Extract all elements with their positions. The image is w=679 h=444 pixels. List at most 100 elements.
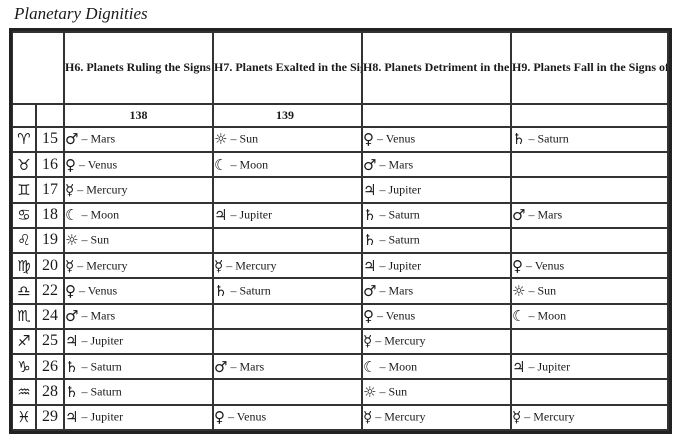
exalted-cell (214, 178, 363, 204)
planet-glyph-icon: ♀ (363, 307, 374, 326)
zodiac-sign-icon: ♎ (12, 279, 37, 305)
planet-name: – Venus (377, 131, 416, 146)
planet-glyph-icon: ♃ (65, 408, 79, 427)
table-row: ♌ 19 ☼ – Sun ♄ – Saturn (12, 228, 669, 255)
degree-cell: 28 (37, 380, 65, 406)
planet-name: – Saturn (230, 283, 271, 298)
table-row: ♎ 22 ♀ – Venus ♄ – Saturn ♂ – Mars ☼ – Sun (12, 279, 669, 305)
fall-cell (512, 178, 669, 204)
table-row: ♍ 20 ☿ – Mercury ☿ – Mercury ♃ – Jupiter ♀ – … (12, 254, 669, 280)
planet-name: – Mercury (226, 258, 277, 273)
ruling-cell: ♀ – Venus (65, 279, 214, 305)
planet-name: – Sun (379, 384, 408, 399)
zodiac-sign-icon: ♊ (12, 178, 37, 204)
planet-glyph-icon: ♄ (363, 231, 377, 250)
planet-name: – Mars (81, 308, 116, 323)
detriment-cell: ♄ – Saturn (363, 228, 512, 255)
zodiac-sign-icon: ♉ (12, 153, 37, 179)
table-row: ♉ 16 ♀ – Venus ☾ – Moon ♂ – Mars (12, 153, 669, 179)
planet-name: – Sun (230, 131, 259, 146)
planet-name: – Jupiter (379, 182, 422, 197)
exalted-cell: ☿ – Mercury (214, 254, 363, 280)
planet-glyph-icon: ☿ (65, 180, 75, 199)
detriment-cell: ♂ – Mars (363, 153, 512, 179)
planet-name: – Mars (379, 157, 414, 172)
table-row: ♏ 24 ♂ – Mars ♀ – Venus ☾ – Moon (12, 304, 669, 330)
planet-name: – Moon (379, 359, 418, 374)
fall-cell: ☼ – Sun (512, 279, 669, 305)
planet-glyph-icon: ♂ (363, 155, 377, 174)
page-ref-blank-fall (512, 104, 669, 128)
exalted-cell (214, 228, 363, 255)
table-row: ♊ 17 ☿ – Mercury ♃ – Jupiter (12, 178, 669, 204)
header-ruling: H6. Planets Ruling the Signs of the Zodi… (65, 31, 214, 105)
planet-glyph-icon: ♃ (214, 206, 228, 225)
zodiac-sign-icon: ♐ (12, 329, 37, 356)
detriment-cell: ♀ – Venus (363, 127, 512, 154)
planet-glyph-icon: ☾ (214, 155, 228, 174)
planet-name: – Mercury (524, 409, 575, 424)
planet-name: – Mars (528, 207, 563, 222)
planet-glyph-icon: ♃ (363, 256, 377, 275)
exalted-cell (214, 380, 363, 406)
planet-glyph-icon: ♀ (65, 281, 76, 300)
page-ref-138: 138 (65, 104, 214, 128)
planet-glyph-icon: ♂ (65, 130, 79, 149)
planet-name: – Saturn (81, 359, 122, 374)
planet-glyph-icon: ♀ (214, 408, 225, 427)
table-row: ♈ 15 ♂ – Mars ☼ – Sun ♀ – Venus ♄ – Saturn (12, 127, 669, 154)
planet-glyph-icon: ♂ (363, 281, 377, 300)
planet-name: – Mars (230, 359, 265, 374)
ruling-cell: ♀ – Venus (65, 153, 214, 179)
table-row: ♓ 29 ♃ – Jupiter ♀ – Venus ☿ – Mercury ☿ – Me… (12, 405, 669, 431)
planet-name: – Saturn (528, 131, 569, 146)
ruling-cell: ☾ – Moon (65, 203, 214, 229)
planet-name: – Mercury (375, 333, 426, 348)
exalted-cell (214, 329, 363, 356)
exalted-cell (214, 304, 363, 330)
detriment-cell: ☿ – Mercury (363, 329, 512, 356)
degree-cell: 29 (37, 405, 65, 431)
planet-glyph-icon: ☾ (363, 357, 377, 376)
fall-cell: ♄ – Saturn (512, 127, 669, 154)
planet-glyph-icon: ♀ (363, 130, 374, 149)
planet-glyph-icon: ♄ (512, 130, 526, 149)
detriment-cell: ☾ – Moon (363, 355, 512, 381)
planet-name: – Moon (528, 308, 567, 323)
planet-name: – Jupiter (81, 409, 124, 424)
planet-name: – Jupiter (379, 258, 422, 273)
page-ref-blank-detriment (363, 104, 512, 128)
planet-glyph-icon: ☿ (363, 332, 373, 351)
header-exalted: H7. Planets Exalted in the Signs of the … (214, 31, 363, 105)
header-fall: H9. Planets Fall in the Signs of the Zod… (512, 31, 669, 105)
planet-glyph-icon: ♃ (65, 332, 79, 351)
planet-glyph-icon: ☿ (512, 408, 522, 427)
planet-glyph-icon: ♃ (363, 180, 377, 199)
ruling-cell: ☿ – Mercury (65, 178, 214, 204)
planet-name: – Sun (528, 283, 557, 298)
header-row: H6. Planets Ruling the Signs of the Zodi… (12, 31, 669, 105)
planet-name: – Venus (79, 157, 118, 172)
planet-glyph-icon: ♄ (65, 357, 79, 376)
planet-name: – Jupiter (230, 207, 273, 222)
ruling-cell: ♄ – Saturn (65, 380, 214, 406)
planet-glyph-icon: ☿ (214, 256, 224, 275)
degree-cell: 25 (37, 329, 65, 356)
zodiac-sign-icon: ♑ (12, 355, 37, 381)
planet-glyph-icon: ☼ (65, 231, 79, 250)
table-row: ♐ 25 ♃ – Jupiter ☿ – Mercury (12, 329, 669, 356)
planet-name: – Sun (81, 232, 110, 247)
fall-cell: ♃ – Jupiter (512, 355, 669, 381)
ruling-cell: ♃ – Jupiter (65, 405, 214, 431)
planet-name: – Venus (228, 409, 267, 424)
zodiac-sign-icon: ♋ (12, 203, 37, 229)
zodiac-sign-icon: ♓ (12, 405, 37, 431)
planet-name: – Jupiter (81, 333, 124, 348)
planet-name: – Moon (230, 157, 269, 172)
degree-cell: 15 (37, 127, 65, 154)
fall-cell: ☿ – Mercury (512, 405, 669, 431)
degree-cell: 22 (37, 279, 65, 305)
planet-glyph-icon: ☼ (512, 281, 526, 300)
planet-glyph-icon: ☾ (65, 206, 79, 225)
detriment-cell: ♀ – Venus (363, 304, 512, 330)
